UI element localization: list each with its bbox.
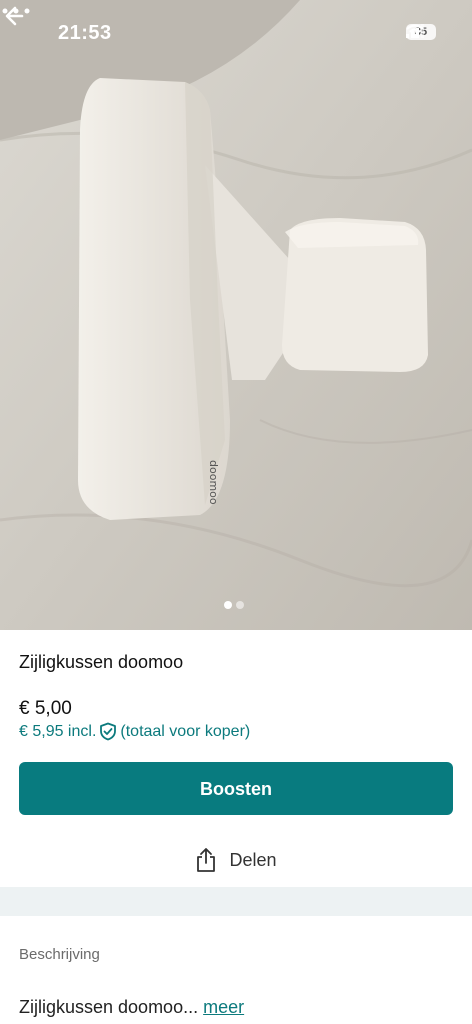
product-title: Zijligkussen doomoo xyxy=(19,652,184,672)
price-incl-value: € 5,95 incl. xyxy=(19,722,97,740)
description-heading: Beschrijving xyxy=(19,946,100,963)
photo-pagination[interactable] xyxy=(224,601,244,609)
price-incl-note: (totaal voor koper) xyxy=(120,722,251,740)
shield-check-icon xyxy=(100,722,117,741)
section-divider xyxy=(0,887,472,916)
description-text: Zijligkussen doomoo... meer xyxy=(19,997,244,1018)
product-photo[interactable]: doomoo 21:53 35 xyxy=(0,0,472,630)
wifi-icon xyxy=(406,24,424,38)
status-icons: 35 xyxy=(406,24,436,40)
pagination-dot[interactable] xyxy=(236,601,244,609)
share-button[interactable]: Delen xyxy=(0,840,472,880)
svg-text:doomoo: doomoo xyxy=(207,460,220,505)
boost-button[interactable]: Boosten xyxy=(19,762,453,815)
status-time: 21:53 xyxy=(58,22,112,44)
share-icon xyxy=(197,848,216,872)
description-snippet: Zijligkussen doomoo... xyxy=(19,997,199,1017)
status-bar: 21:53 35 xyxy=(0,0,472,70)
price-incl-line[interactable]: € 5,95 incl. (totaal voor koper) xyxy=(19,722,250,741)
share-label: Delen xyxy=(229,849,277,870)
more-options-icon[interactable] xyxy=(0,0,32,22)
description-more-link[interactable]: meer xyxy=(203,997,244,1017)
pagination-dot-active[interactable] xyxy=(224,601,232,609)
pillow-illustration: doomoo xyxy=(0,0,472,630)
product-price: € 5,00 xyxy=(19,698,72,719)
